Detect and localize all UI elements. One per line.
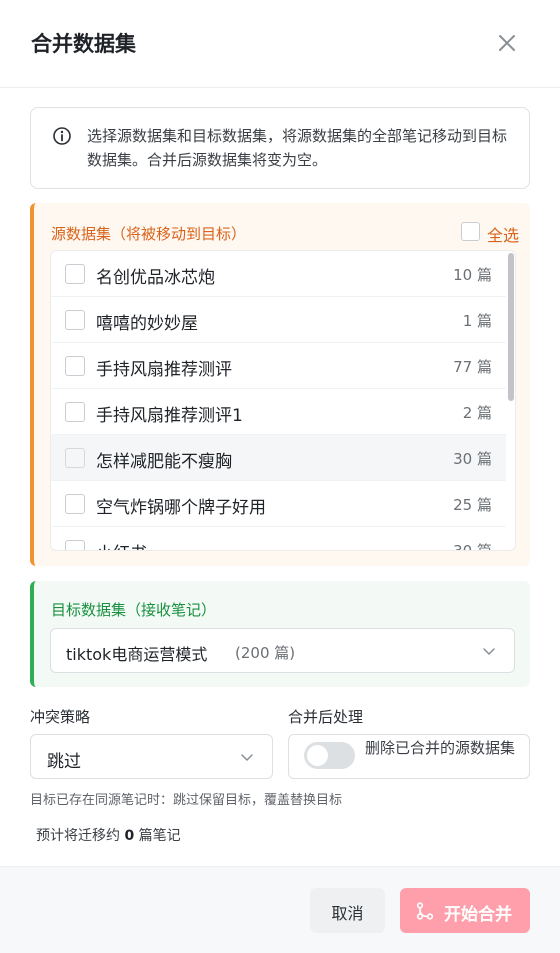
dialog-header: 合并数据集 [0,0,560,88]
scrollbar[interactable] [508,253,514,549]
source-item-count: 25 篇 [453,496,492,514]
conflict-strategy-label: 冲突策略 [30,708,91,726]
scrollbar-thumb[interactable] [508,253,514,401]
info-text: 选择源数据集和目标数据集，将源数据集的全部笔记移动到目标数据集。合并后源数据集将… [87,127,508,169]
source-item-name: 怎样减肥能不瘦胸 [96,452,232,472]
source-item-count: 30 篇 [453,450,492,468]
chevron-down-icon [483,648,495,655]
source-item-name: 手持风扇推荐测评 [96,360,232,380]
source-item-checkbox[interactable] [65,264,85,284]
conflict-hint: 目标已存在同源笔记时：跳过保留目标，覆盖替换目标 [30,793,343,808]
source-item-name: 嘻嘻的妙妙屋 [96,314,198,334]
source-item-count: 1 篇 [462,312,492,330]
info-icon [53,127,71,145]
info-box: 选择源数据集和目标数据集，将源数据集的全部笔记移动到目标数据集。合并后源数据集将… [30,107,530,189]
source-item-checkbox[interactable] [65,310,85,330]
conflict-strategy-value: 跳过 [47,752,81,772]
source-list-item[interactable]: 空气炸锅哪个牌子好用 25 篇 [51,481,506,527]
close-button[interactable] [494,30,520,56]
dialog-footer: 取消 开始合并 [0,866,560,953]
target-dataset-select[interactable]: tiktok电商运营模式 (200 篇) [50,628,515,673]
post-process-label: 合并后处理 [288,708,364,726]
source-item-checkbox[interactable] [65,494,85,514]
toggle-knob [307,745,328,766]
source-item-checkbox[interactable] [65,402,85,422]
dialog-title: 合并数据集 [31,32,136,56]
estimate-suffix: 篇笔记 [138,828,181,844]
target-label: 目标数据集（接收笔记） [51,601,217,619]
source-item-checkbox[interactable] [65,448,85,468]
source-list: 小红书30 篇空气炸锅哪个牌子好用25 篇怎样减肥能不瘦胸30 篇手持风扇推荐测… [50,250,516,551]
source-label: 源数据集（将被移动到目标） [51,225,247,243]
source-list-item[interactable]: 名创优品冰芯炮 10 篇 [51,251,506,297]
merge-icon [416,902,434,920]
start-merge-label: 开始合并 [444,905,512,925]
cancel-button-label: 取消 [331,904,364,923]
source-item-name: 空气炸锅哪个牌子好用 [96,498,266,518]
source-item-name: 小红书 [96,539,147,550]
source-item-count: 77 篇 [453,358,492,376]
estimate-count: 0 [124,828,135,844]
source-list-item[interactable]: 嘻嘻的妙妙屋 1 篇 [51,297,506,343]
cancel-button[interactable]: 取消 [310,888,385,933]
source-item-count: 30 篇 [453,542,492,551]
source-list-item[interactable]: 小红书 30 篇 [51,527,506,551]
chevron-down-icon [241,754,253,761]
estimate-prefix: 预计将迁移约 [36,828,120,844]
source-list-item[interactable]: 手持风扇推荐测评1 2 篇 [51,389,506,435]
source-item-checkbox[interactable] [65,540,85,550]
target-selected-name: tiktok电商运营模式 [66,645,208,664]
start-merge-button[interactable]: 开始合并 [400,888,530,933]
migration-estimate: 预计将迁移约 0 篇笔记 [36,825,181,845]
source-item-count: 10 篇 [453,266,492,284]
source-item-name: 名创优品冰芯炮 [96,268,215,288]
source-list-item[interactable]: 怎样减肥能不瘦胸 30 篇 [51,435,506,481]
source-item-name: 手持风扇推荐测评1 [96,406,243,426]
delete-source-label: 删除已合并的源数据集 [365,739,516,757]
delete-source-toggle[interactable] [304,742,355,769]
checkbox-box [461,222,480,241]
close-icon [499,35,515,51]
select-all-label: 全选 [487,226,520,245]
source-panel: 源数据集（将被移动到目标） 全选 小红书30 篇空气炸锅哪个牌子好用25 篇怎样… [30,203,530,566]
target-selected-count: (200 篇) [235,644,296,662]
source-item-count: 2 篇 [462,404,492,422]
source-list-item[interactable]: 手持风扇推荐测评 77 篇 [51,343,506,389]
source-item-checkbox[interactable] [65,356,85,376]
conflict-strategy-select[interactable]: 跳过 [30,734,273,779]
post-process-box: 删除已合并的源数据集 [288,734,530,779]
target-panel: 目标数据集（接收笔记） tiktok电商运营模式 (200 篇) [30,581,530,687]
